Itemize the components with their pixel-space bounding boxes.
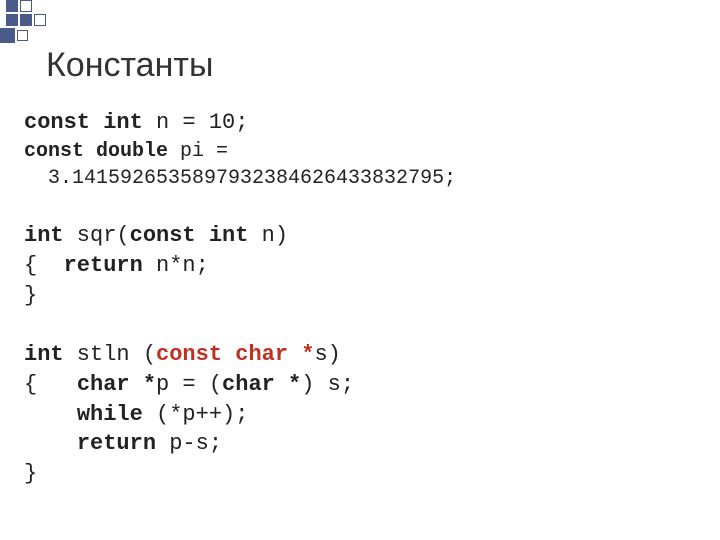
code-line: }	[24, 459, 456, 489]
corner-decoration	[0, 0, 130, 50]
code-line: }	[24, 281, 456, 311]
slide-title: Константы	[46, 46, 213, 85]
code-line: { return n*n;	[24, 251, 456, 281]
code-block: const int n = 10; const double pi = 3.14…	[24, 108, 456, 489]
code-line-blank	[24, 310, 456, 340]
code-line: while (*p++);	[24, 400, 456, 430]
code-line: 3.1415926535897932384626433832795;	[24, 165, 456, 192]
code-line: int sqr(const int n)	[24, 221, 456, 251]
code-line: const int n = 10;	[24, 108, 456, 138]
code-line: return p-s;	[24, 429, 456, 459]
code-line: const double pi =	[24, 138, 456, 165]
code-line-blank	[24, 192, 456, 222]
code-line: { char *p = (char *) s;	[24, 370, 456, 400]
code-line: int stln (const char *s)	[24, 340, 456, 370]
